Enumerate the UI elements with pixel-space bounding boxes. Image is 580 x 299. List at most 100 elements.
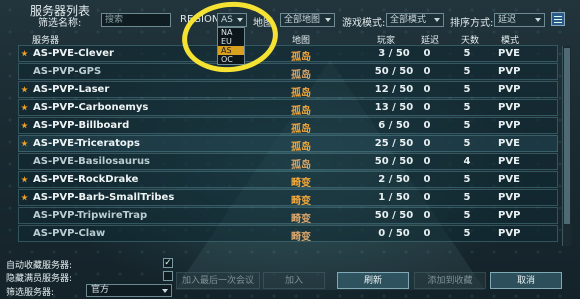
favorite-star-icon — [21, 176, 28, 183]
filter-name-label: 筛选名称: — [38, 18, 82, 29]
server-row[interactable]: AS-PVP-Billboard 孤岛 6 / 50 0 5 PVP — [18, 117, 558, 135]
server-days: 5 — [463, 174, 471, 185]
map-select[interactable]: 全部地图 — [280, 13, 335, 27]
check-icon: ✓ — [164, 258, 172, 268]
server-players: 12 / 50 — [374, 84, 414, 95]
server-name: AS-PVP-TripwireTrap — [33, 210, 148, 221]
server-row[interactable]: AS-PVP-Barb-SmallTribes 畸变 1 / 50 0 5 PVP — [18, 189, 558, 207]
list-view-icon[interactable] — [551, 12, 565, 26]
server-days: 5 — [463, 84, 471, 95]
favorite-star-icon — [21, 194, 28, 201]
server-map: 畸变 — [291, 178, 311, 189]
server-row[interactable]: AS-PVP-TripwireTrap 畸变 50 / 50 0 5 PVP — [18, 207, 558, 225]
server-map: 孤岛 — [291, 70, 311, 81]
server-map: 孤岛 — [291, 124, 311, 135]
cancel-button[interactable]: 取消 — [490, 272, 562, 289]
server-name: AS-PVE-Clever — [33, 48, 114, 59]
server-latency: 0 — [423, 102, 431, 113]
server-latency: 0 — [423, 210, 431, 221]
auto-fav-label: 自动收藏服务器: — [6, 261, 73, 271]
mode-select-value: 全部模式 — [390, 15, 427, 25]
server-players: 13 / 50 — [374, 102, 414, 113]
server-map: 孤岛 — [291, 106, 311, 117]
chevron-down-icon — [535, 18, 541, 22]
scrollbar[interactable] — [562, 46, 571, 246]
server-players: 50 / 50 — [374, 66, 414, 77]
mode-select[interactable]: 全部模式 — [386, 13, 444, 27]
scrollbar-thumb[interactable] — [564, 48, 570, 224]
sort-select-value: 延迟 — [498, 15, 517, 25]
server-days: 4 — [463, 156, 471, 167]
server-mode: PVE — [498, 138, 520, 149]
server-map: 孤岛 — [291, 142, 311, 153]
server-row[interactable]: AS-PVP-Carbonemys 孤岛 13 / 50 0 5 PVP — [18, 99, 558, 117]
refresh-button[interactable]: 刷新 — [337, 272, 409, 289]
server-row[interactable]: AS-PVE-Basilosaurus 孤岛 50 / 50 0 4 PVE — [18, 153, 558, 171]
server-list: AS-PVE-Clever 孤岛 3 / 50 0 5 PVE AS-PVP-GPS 孤岛 50… — [18, 45, 558, 243]
server-mode: PVP — [498, 192, 521, 203]
server-name: AS-PVP-Carbonemys — [33, 102, 149, 113]
server-players: 6 / 50 — [378, 120, 410, 131]
search-input[interactable]: 搜索 — [101, 13, 171, 27]
sort-label: 排序方式: — [450, 18, 494, 29]
server-mode: PVP — [498, 120, 521, 131]
server-map: 孤岛 — [291, 88, 311, 99]
server-days: 5 — [463, 138, 471, 149]
server-players: 50 / 50 — [374, 210, 414, 221]
server-mode: PVP — [498, 210, 521, 221]
chevron-down-icon — [325, 18, 331, 22]
server-map: 畸变 — [291, 214, 311, 225]
join-button[interactable]: 加入 — [263, 272, 325, 289]
filter-server-value: 官方 — [91, 285, 110, 295]
server-row[interactable]: AS-PVE-Triceratops 孤岛 25 / 50 0 5 PVE — [18, 135, 558, 153]
join-last-session-button[interactable]: 加入最后一次会议 — [176, 272, 260, 289]
table-header: 服务器 地图 玩家 延迟 天数 模式 — [20, 33, 572, 46]
server-players: 1 / 50 — [378, 192, 410, 203]
server-days: 5 — [463, 66, 471, 77]
server-row[interactable]: AS-PVE-Clever 孤岛 3 / 50 0 5 PVE — [18, 45, 558, 63]
server-mode: PVP — [498, 102, 521, 113]
server-name: AS-PVP-Billboard — [33, 120, 130, 131]
favorite-star-icon — [21, 104, 28, 111]
server-players: 0 / 50 — [378, 228, 410, 239]
hide-full-checkbox[interactable] — [163, 271, 173, 281]
hide-full-label: 隐藏满员服务器: — [6, 274, 73, 284]
server-days: 5 — [463, 228, 471, 239]
server-days: 5 — [463, 102, 471, 113]
favorite-star-icon — [21, 122, 28, 129]
server-map: 孤岛 — [291, 52, 311, 63]
server-days: 5 — [463, 192, 471, 203]
server-row[interactable]: AS-PVE-RockDrake 畸变 2 / 50 0 5 PVE — [18, 171, 558, 189]
server-latency: 0 — [423, 174, 431, 185]
server-row[interactable]: AS-PVP-Claw 畸变 0 / 50 0 5 PVP — [18, 225, 558, 243]
server-mode: PVE — [498, 174, 520, 185]
server-days: 5 — [463, 210, 471, 221]
bottom-panel: 自动收藏服务器: ✓ 隐藏满员服务器: 筛选服务器: 官方 加入最后一次会议 加… — [0, 252, 580, 299]
favorite-star-icon — [21, 140, 28, 147]
mode-label: 游戏模式: — [342, 18, 386, 29]
map-select-value: 全部地图 — [284, 15, 321, 25]
add-to-favorites-button[interactable]: 添加到收藏 — [414, 272, 486, 289]
server-mode: PVP — [498, 66, 521, 77]
auto-fav-checkbox[interactable]: ✓ — [163, 258, 173, 268]
server-name: AS-PVP-Laser — [33, 84, 110, 95]
server-name: AS-PVP-GPS — [33, 66, 102, 77]
server-name: AS-PVE-Basilosaurus — [33, 156, 151, 167]
server-name: AS-PVE-RockDrake — [33, 174, 139, 185]
server-players: 3 / 50 — [378, 48, 410, 59]
server-map: 孤岛 — [291, 160, 311, 171]
server-latency: 0 — [423, 228, 431, 239]
filter-server-select[interactable]: 官方 — [86, 284, 172, 297]
sort-select[interactable]: 延迟 — [494, 13, 545, 27]
server-mode: PVE — [498, 48, 520, 59]
server-map: 畸变 — [291, 196, 311, 207]
server-players: 25 / 50 — [374, 138, 414, 149]
server-mode: PVP — [498, 84, 521, 95]
server-days: 5 — [463, 120, 471, 131]
chevron-down-icon — [162, 289, 168, 293]
server-days: 5 — [463, 48, 471, 59]
server-mode: PVE — [498, 156, 520, 167]
server-row[interactable]: AS-PVP-GPS 孤岛 50 / 50 0 5 PVP — [18, 63, 558, 81]
server-name: AS-PVE-Triceratops — [33, 138, 140, 149]
server-row[interactable]: AS-PVP-Laser 孤岛 12 / 50 0 5 PVP — [18, 81, 558, 99]
